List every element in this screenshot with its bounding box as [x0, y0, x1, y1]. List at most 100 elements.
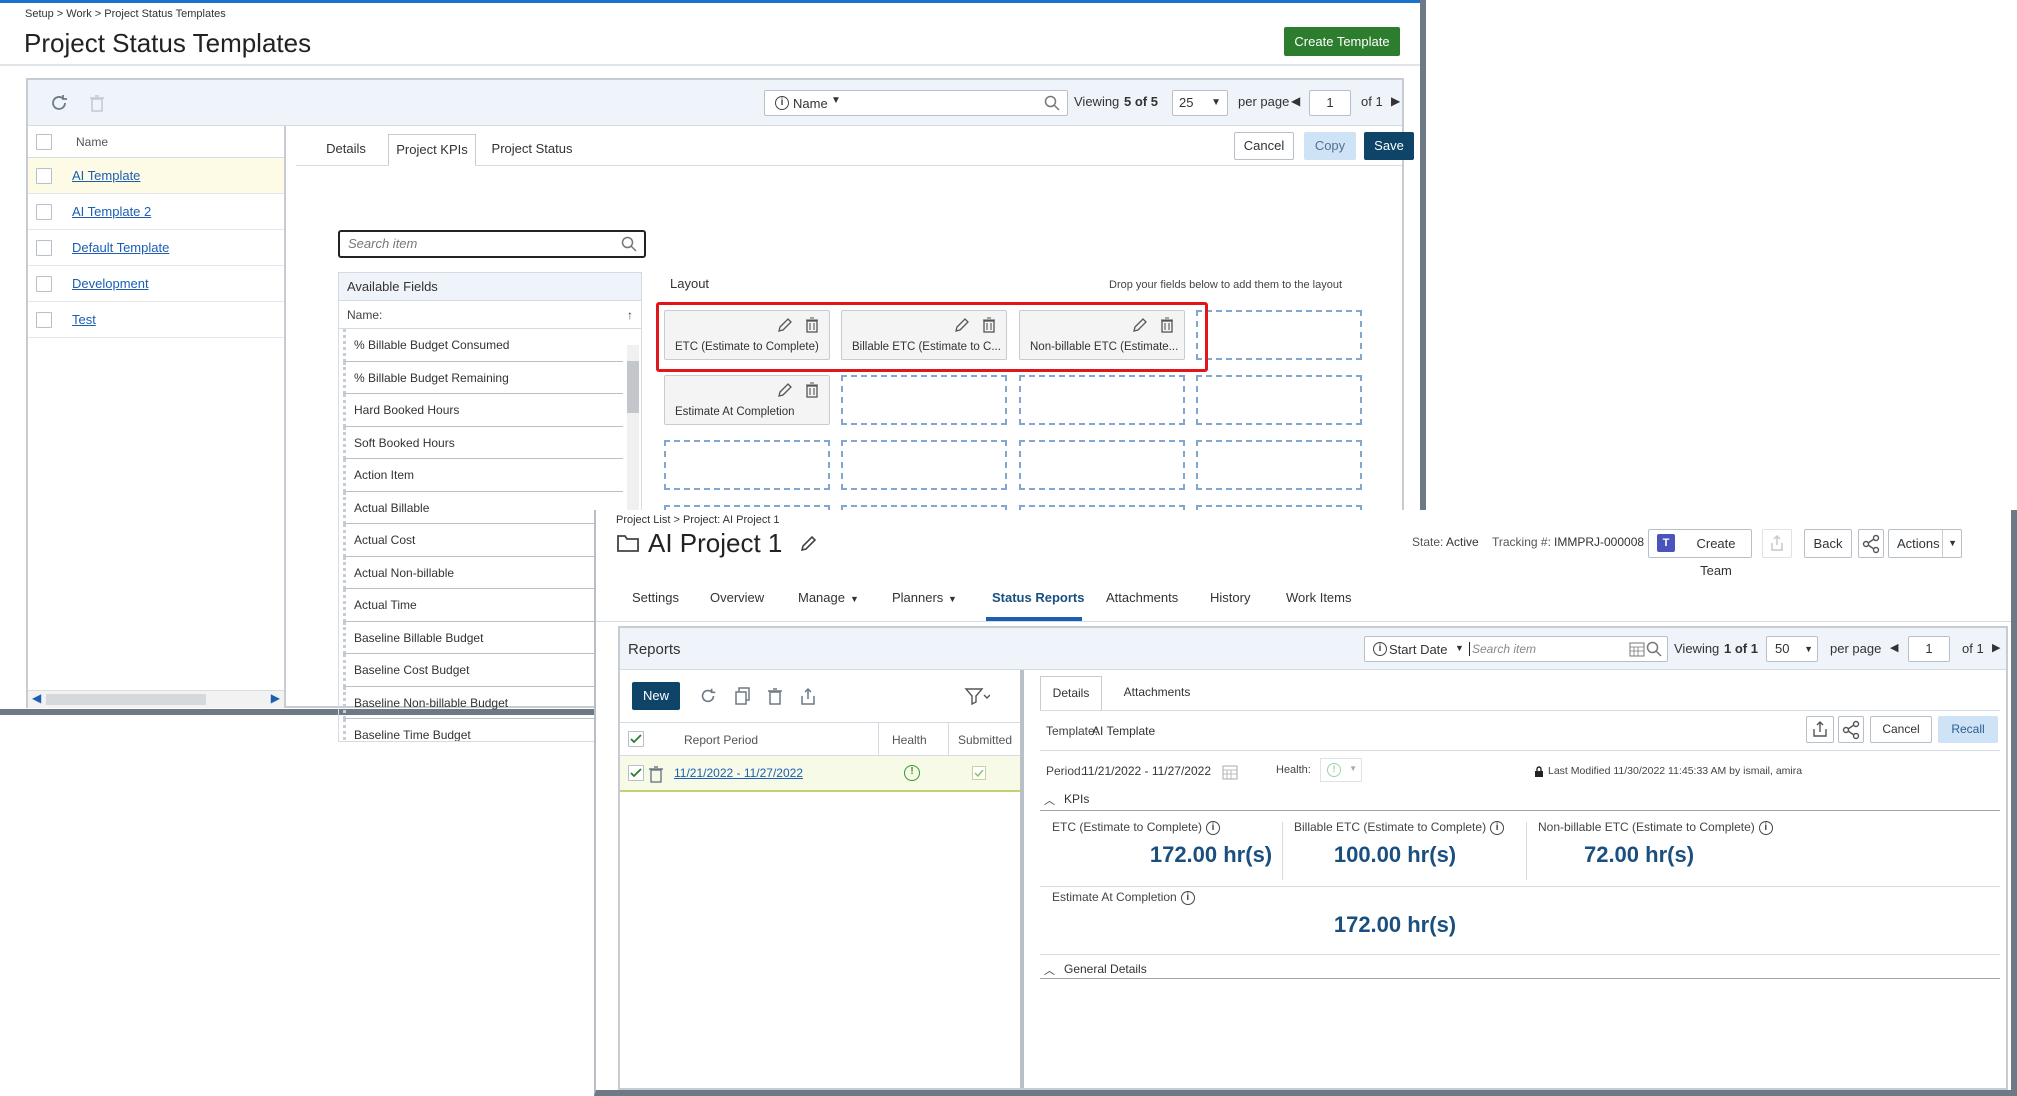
- cancel-button[interactable]: Cancel: [1234, 132, 1294, 160]
- field-item[interactable]: Baseline Cost Budget: [343, 654, 623, 687]
- filter-field-label[interactable]: Start Date: [1389, 642, 1448, 657]
- create-team-button[interactable]: T Create Team: [1648, 529, 1752, 578]
- layout-cell[interactable]: [1196, 310, 1362, 360]
- row-checkbox[interactable]: [36, 276, 52, 292]
- field-item[interactable]: Actual Cost: [343, 524, 623, 557]
- nav-overview[interactable]: Overview: [710, 590, 764, 605]
- delete-icon[interactable]: [86, 92, 108, 114]
- info-icon[interactable]: i: [1206, 820, 1221, 835]
- row-checkbox[interactable]: [36, 240, 52, 256]
- save-button[interactable]: Save: [1364, 132, 1414, 160]
- create-template-button[interactable]: Create Template: [1284, 27, 1400, 56]
- refresh-icon[interactable]: [698, 686, 718, 706]
- field-item[interactable]: Actual Non-billable: [343, 556, 623, 589]
- share-button[interactable]: [1838, 716, 1864, 743]
- nav-status-reports[interactable]: Status Reports: [992, 590, 1084, 605]
- tab-attachments[interactable]: Attachments: [1112, 676, 1202, 710]
- prev-page-icon[interactable]: ◀: [1890, 641, 1898, 654]
- list-item[interactable]: Default Template: [28, 230, 284, 266]
- row-checkbox[interactable]: [628, 765, 644, 781]
- health-select[interactable]: ! ▼: [1320, 758, 1362, 782]
- edit-icon[interactable]: [777, 382, 793, 398]
- share-upload-button[interactable]: [1762, 529, 1792, 558]
- recall-button[interactable]: Recall: [1938, 716, 1998, 743]
- field-item[interactable]: Baseline Billable Budget: [343, 621, 623, 654]
- layout-cell[interactable]: [1019, 375, 1185, 425]
- row-checkbox[interactable]: [36, 204, 52, 220]
- nav-settings[interactable]: Settings: [632, 590, 679, 605]
- search-icon[interactable]: [1043, 94, 1061, 112]
- filter-field-label[interactable]: Name: [793, 96, 828, 111]
- layout-cell[interactable]: [841, 440, 1007, 490]
- template-link[interactable]: Development: [72, 276, 149, 291]
- refresh-icon[interactable]: [48, 92, 70, 114]
- copy-icon[interactable]: [734, 686, 752, 706]
- horizontal-scrollbar[interactable]: ◀ ▶: [28, 690, 284, 708]
- tab-details[interactable]: Details: [1040, 676, 1102, 710]
- layout-cell[interactable]: [841, 375, 1007, 425]
- table-row[interactable]: 11/21/2022 - 11/27/2022 !: [620, 756, 1020, 792]
- info-icon[interactable]: i: [1180, 890, 1195, 905]
- prev-page-icon[interactable]: ◀: [1291, 94, 1300, 108]
- template-link[interactable]: Test: [72, 312, 96, 327]
- nav-work-items[interactable]: Work Items: [1286, 590, 1352, 605]
- page-input[interactable]: 1: [1908, 636, 1950, 662]
- name-filter-search[interactable]: i Name ▼: [764, 90, 1068, 116]
- general-details-title[interactable]: General Details: [1064, 962, 1147, 976]
- next-page-icon[interactable]: ▶: [1992, 641, 2000, 654]
- field-item[interactable]: Baseline Non-billable Budget: [343, 686, 623, 719]
- export-button[interactable]: [1806, 716, 1834, 743]
- row-checkbox[interactable]: [36, 312, 52, 328]
- col-health[interactable]: Health: [892, 733, 927, 747]
- layout-cell[interactable]: [1196, 375, 1362, 425]
- export-icon[interactable]: [798, 686, 818, 706]
- delete-icon[interactable]: [805, 382, 819, 398]
- search-input[interactable]: Search item: [338, 230, 646, 258]
- report-period-link[interactable]: 11/21/2022 - 11/27/2022: [674, 766, 803, 780]
- page-input[interactable]: 1: [1309, 90, 1351, 116]
- breadcrumb[interactable]: Setup > Work > Project Status Templates: [25, 8, 226, 20]
- next-page-icon[interactable]: ▶: [1391, 94, 1400, 108]
- chevron-up-icon[interactable]: ︿: [1044, 962, 1055, 978]
- copy-button[interactable]: Copy: [1304, 132, 1356, 160]
- search-icon[interactable]: [1645, 640, 1663, 658]
- search-icon[interactable]: [620, 235, 638, 253]
- new-button[interactable]: New: [632, 682, 680, 710]
- field-item[interactable]: Baseline Time Budget: [343, 719, 623, 741]
- template-link[interactable]: AI Template 2: [72, 204, 151, 219]
- layout-cell[interactable]: [664, 440, 830, 490]
- scroll-right-icon[interactable]: ▶: [271, 691, 280, 705]
- nav-manage[interactable]: Manage: [798, 590, 845, 605]
- actions-dropdown[interactable]: Actions ▼: [1888, 529, 1962, 558]
- row-checkbox[interactable]: [36, 168, 52, 184]
- search-input[interactable]: Search item: [1469, 642, 1536, 656]
- scroll-left-icon[interactable]: ◀: [32, 691, 41, 705]
- list-item[interactable]: AI Template 2: [28, 194, 284, 230]
- sort-icon[interactable]: ↑: [627, 301, 633, 329]
- info-icon[interactable]: i: [1758, 820, 1773, 835]
- nav-attachments[interactable]: Attachments: [1106, 590, 1178, 605]
- field-item[interactable]: Soft Booked Hours: [343, 426, 623, 459]
- kpis-section-title[interactable]: KPIs: [1064, 792, 1089, 806]
- edit-icon[interactable]: [798, 534, 818, 554]
- per-page-select[interactable]: 25 ▼: [1172, 90, 1228, 116]
- list-item[interactable]: Development: [28, 266, 284, 302]
- calendar-icon[interactable]: [1629, 641, 1645, 657]
- layout-cell[interactable]: [1196, 440, 1362, 490]
- nav-history[interactable]: History: [1210, 590, 1250, 605]
- layout-cell[interactable]: [1019, 440, 1185, 490]
- list-item[interactable]: AI Template: [28, 158, 284, 194]
- field-item[interactable]: % Billable Budget Remaining: [343, 361, 623, 394]
- cancel-button[interactable]: Cancel: [1870, 716, 1932, 743]
- tab-project-status[interactable]: Project Status: [482, 134, 582, 166]
- list-item[interactable]: Test: [28, 302, 284, 338]
- col-report-period[interactable]: Report Period: [684, 733, 758, 747]
- filter-icon[interactable]: [964, 686, 990, 706]
- col-submitted[interactable]: Submitted: [958, 733, 1012, 747]
- field-item[interactable]: % Billable Budget Consumed: [343, 329, 623, 362]
- field-item[interactable]: Actual Time: [343, 589, 623, 622]
- scrollbar-thumb[interactable]: [627, 361, 639, 413]
- scrollbar-thumb[interactable]: [46, 694, 206, 705]
- info-icon[interactable]: i: [1490, 820, 1505, 835]
- nav-planners[interactable]: Planners: [892, 590, 943, 605]
